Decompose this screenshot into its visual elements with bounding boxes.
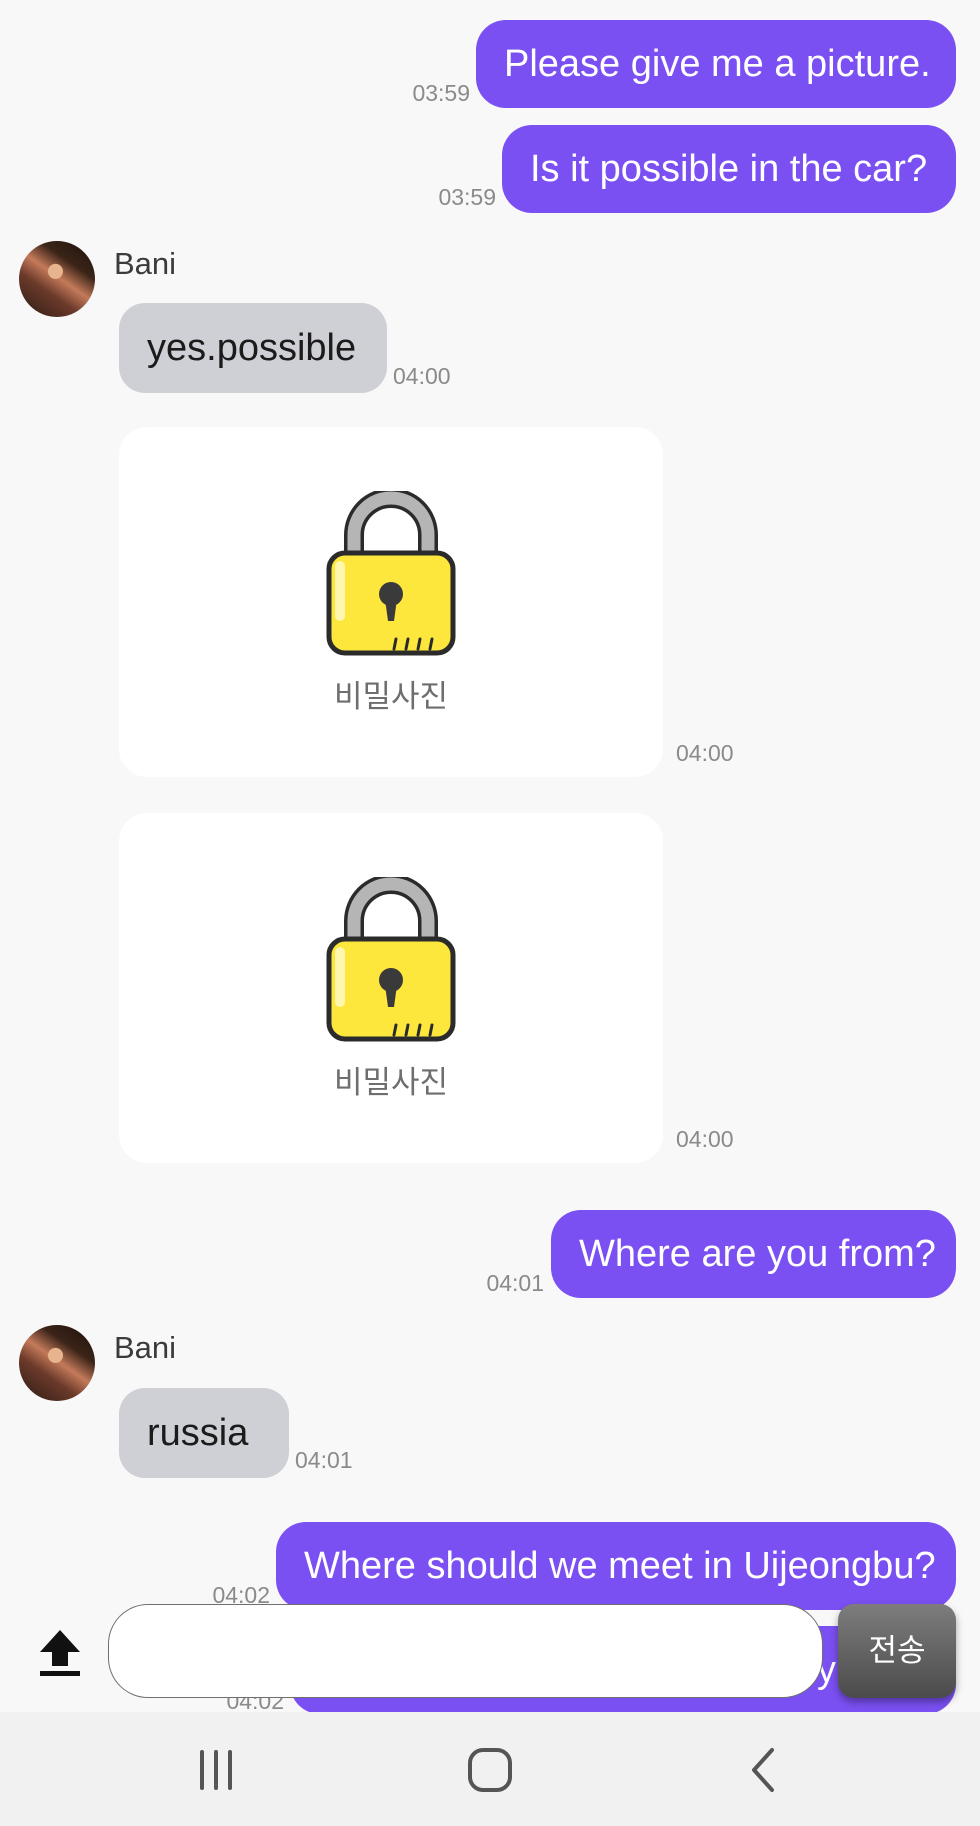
message-time: 04:00 xyxy=(676,740,734,766)
home-icon[interactable] xyxy=(460,1740,520,1800)
outgoing-message[interactable]: Where are you from? xyxy=(551,1210,956,1298)
system-navigation-bar xyxy=(0,1712,980,1826)
message-composer: 전송 xyxy=(0,1590,980,1712)
message-time: 03:59 xyxy=(412,80,470,106)
secret-photo-card[interactable]: 비밀사진 xyxy=(119,813,663,1163)
message-time: 04:00 xyxy=(393,363,451,389)
avatar[interactable] xyxy=(19,1325,95,1401)
incoming-message[interactable]: yes.possible xyxy=(119,303,387,393)
message-input[interactable] xyxy=(108,1604,823,1698)
lock-icon xyxy=(326,877,456,1042)
secret-photo-card[interactable]: 비밀사진 xyxy=(119,427,663,777)
sender-name: Bani xyxy=(114,246,177,281)
outgoing-message[interactable]: Is it possible in the car? xyxy=(502,125,956,213)
chat-message-list[interactable]: 03:59 Please give me a picture. 03:59 Is… xyxy=(0,0,980,1712)
secret-photo-label: 비밀사진 xyxy=(333,679,449,714)
incoming-message[interactable]: russia xyxy=(119,1388,289,1478)
secret-photo-label: 비밀사진 xyxy=(333,1065,449,1100)
outgoing-message[interactable]: Please give me a picture. xyxy=(476,20,956,108)
upload-arrow-icon[interactable] xyxy=(38,1628,82,1678)
message-time: 04:00 xyxy=(676,1126,734,1152)
avatar[interactable] xyxy=(19,241,95,317)
message-time: 04:01 xyxy=(295,1447,353,1473)
recent-apps-icon[interactable] xyxy=(186,1740,246,1800)
lock-icon xyxy=(326,491,456,656)
send-button[interactable]: 전송 xyxy=(838,1604,956,1698)
sender-name: Bani xyxy=(114,1330,177,1365)
message-time: 04:01 xyxy=(486,1270,544,1296)
message-time: 03:59 xyxy=(438,184,496,210)
back-icon[interactable] xyxy=(734,1740,794,1800)
